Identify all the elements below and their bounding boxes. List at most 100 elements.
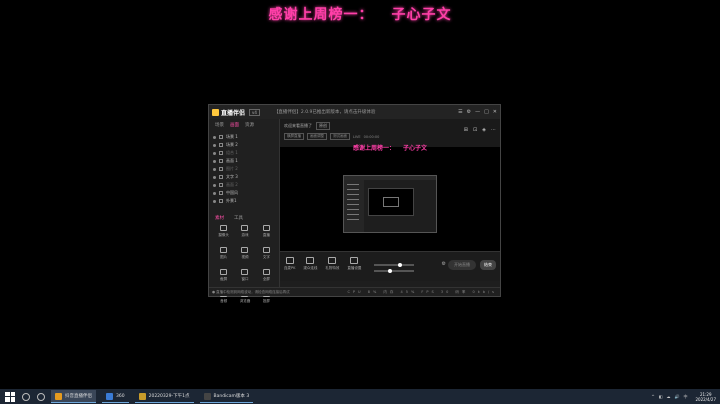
- tab-picture[interactable]: 画面: [230, 122, 239, 128]
- checkbox-icon[interactable]: [219, 151, 223, 155]
- orientation-button[interactable]: 横屏直播: [284, 133, 304, 140]
- tab-tools[interactable]: 工具: [234, 215, 243, 221]
- eye-icon[interactable]: [213, 191, 216, 195]
- audience-link-button[interactable]: 观众连线: [303, 257, 317, 271]
- effect-icon[interactable]: ◈: [482, 127, 486, 133]
- layout-icon[interactable]: ⊞: [464, 127, 468, 133]
- tray-app-icon[interactable]: ◧: [659, 394, 663, 399]
- ime-icon[interactable]: 中: [683, 394, 687, 400]
- eye-icon[interactable]: [213, 175, 216, 179]
- tray-expand-icon[interactable]: ^: [651, 394, 654, 399]
- minimize-button[interactable]: —: [475, 109, 480, 115]
- checkbox-icon[interactable]: [219, 183, 223, 187]
- taskbar-app[interactable]: 抖音直播伴侣: [51, 390, 96, 403]
- text-icon: [262, 247, 270, 253]
- eye-icon[interactable]: [213, 135, 216, 139]
- version-badge[interactable]: v4: [249, 108, 260, 116]
- checkbox-icon[interactable]: [219, 159, 223, 163]
- search-icon[interactable]: [22, 392, 30, 401]
- checkbox-icon[interactable]: [219, 175, 223, 179]
- list-item[interactable]: 文字 3: [213, 173, 275, 181]
- checkbox-icon[interactable]: [219, 191, 223, 195]
- tool-tabs: 素材 工具: [215, 215, 243, 221]
- screen-icon[interactable]: ⊡: [473, 127, 477, 133]
- video-icon: [241, 247, 249, 253]
- eye-icon[interactable]: [213, 167, 216, 171]
- gamepad-icon: [241, 225, 249, 231]
- eye-icon[interactable]: [213, 143, 216, 147]
- speaker-volume-slider[interactable]: [374, 269, 414, 273]
- volume-icon[interactable]: 🔊: [675, 394, 680, 399]
- tool-fullscreen[interactable]: 全屏: [256, 269, 277, 282]
- more-icon[interactable]: ⋯: [491, 127, 496, 133]
- live-settings-button[interactable]: 直播设置: [347, 257, 361, 271]
- checkbox-icon[interactable]: [219, 167, 223, 171]
- list-item[interactable]: 画面 1: [213, 157, 275, 165]
- live-timer: 00:00:00: [363, 134, 380, 139]
- nested-screen-capture: [343, 175, 437, 233]
- pk-icon: [285, 257, 294, 264]
- app-icon: [106, 392, 113, 400]
- start-button[interactable]: [5, 391, 15, 402]
- maximize-button[interactable]: □: [484, 109, 489, 115]
- gift-effect-button[interactable]: 礼物特效: [325, 257, 339, 271]
- tool-camera[interactable]: 摄像头: [213, 225, 234, 238]
- gift-icon: [328, 257, 337, 264]
- eye-icon[interactable]: [213, 151, 216, 155]
- eye-icon[interactable]: [213, 183, 216, 187]
- menu-button[interactable]: ☰: [458, 109, 462, 115]
- stream-title[interactable]: 欢迎来看直播了: [284, 123, 312, 129]
- tool-video[interactable]: 视频: [234, 247, 255, 260]
- scene-tabs: 场景 画面 资源: [209, 119, 279, 131]
- scene-list: 场景 1 场景 2 组合 1 画面 1 图片 2 文字 3 画面 2 中国风 外…: [209, 131, 279, 207]
- list-item[interactable]: 图片 2: [213, 165, 275, 173]
- tool-window[interactable]: 窗口: [234, 269, 255, 282]
- tool-capture[interactable]: 截屏: [213, 269, 234, 282]
- end-live-button[interactable]: 结束: [480, 260, 496, 270]
- list-item[interactable]: 场景 1: [213, 133, 275, 141]
- list-item[interactable]: 画面 2: [213, 181, 275, 189]
- tab-material[interactable]: 素材: [215, 215, 224, 221]
- network-icon[interactable]: ☁: [667, 394, 671, 399]
- settings-button[interactable]: ⚙: [467, 109, 471, 115]
- status-stats: CPU 8% 内存 45% FPS 30 码率 0kb/s: [347, 289, 497, 294]
- image-icon: [220, 247, 228, 253]
- fullscreen-icon: [262, 269, 270, 275]
- tab-resource[interactable]: 资源: [245, 122, 254, 128]
- mic-volume-slider[interactable]: [374, 263, 414, 267]
- checkbox-icon[interactable]: [219, 135, 223, 139]
- tool-image[interactable]: 图片: [213, 247, 234, 260]
- taskbar-app[interactable]: Bandicam版本 3: [199, 390, 254, 403]
- live-banner: 感谢上周榜一： 子心子文: [0, 4, 720, 24]
- checkbox-icon[interactable]: [219, 199, 223, 203]
- volume-sliders: [374, 260, 414, 276]
- tool-text[interactable]: 文字: [256, 247, 277, 260]
- task-view-icon[interactable]: [37, 392, 45, 401]
- checkbox-icon[interactable]: [219, 143, 223, 147]
- eye-icon[interactable]: [213, 199, 216, 203]
- pk-button[interactable]: 连麦PK: [284, 257, 295, 271]
- tool-game[interactable]: 游戏: [234, 225, 255, 238]
- taskbar-app[interactable]: 20220329-下午1点: [134, 390, 194, 403]
- adjust-button[interactable]: 画面调整: [307, 133, 327, 140]
- category-tag[interactable]: 原创: [316, 122, 330, 130]
- tab-scene[interactable]: 场景: [215, 122, 224, 128]
- clock[interactable]: 21:29 2022/4/27: [695, 392, 716, 402]
- list-item[interactable]: 中国风: [213, 189, 275, 197]
- taskbar: 抖音直播伴侣 360 20220329-下午1点 Bandicam版本 3 ^ …: [0, 389, 720, 404]
- list-item[interactable]: 组合 1: [213, 149, 275, 157]
- start-live-button[interactable]: 开始直播: [448, 260, 476, 270]
- gear-icon[interactable]: ⚙: [442, 261, 446, 267]
- status-warning: ● 直播中检测到网络波动，请检查网络连接后再试: [212, 289, 290, 294]
- preview-icons: ⊞ ⊡ ◈ ⋯: [464, 127, 496, 133]
- eye-icon[interactable]: [213, 159, 216, 163]
- update-notice[interactable]: 【直播伴侣】2.0.9已推出新版本，请点击升级体验: [274, 109, 375, 115]
- tool-live[interactable]: 直播: [256, 225, 277, 238]
- list-item[interactable]: 外景1: [213, 197, 275, 205]
- test-button[interactable]: 测试画面: [330, 133, 350, 140]
- list-item[interactable]: 场景 2: [213, 141, 275, 149]
- app-titlebar: 直播伴侣 v4 【直播伴侣】2.0.9已推出新版本，请点击升级体验 ☰ ⚙ — …: [209, 105, 500, 119]
- preview-canvas[interactable]: 感谢上周榜一： 子心子文: [280, 145, 500, 251]
- close-button[interactable]: ✕: [493, 109, 497, 115]
- taskbar-app[interactable]: 360: [102, 390, 129, 403]
